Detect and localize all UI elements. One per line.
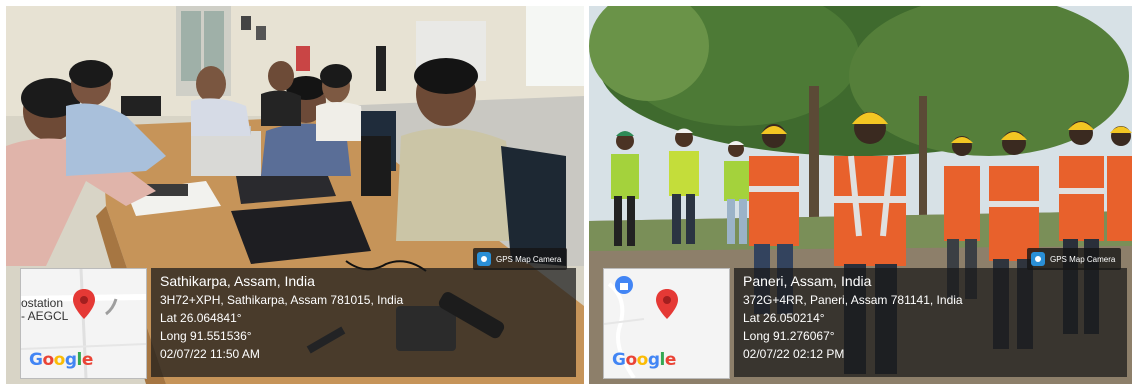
- camera-app-icon: [1031, 252, 1045, 266]
- photo-site-briefing: GPS Map Camera Google Paneri, Assam, Ind…: [589, 6, 1132, 384]
- longitude: Long 91.551536°: [160, 329, 252, 343]
- map-label-line2: - AEGCL: [21, 309, 69, 323]
- google-logo: Google: [29, 350, 93, 370]
- place-name: Sathikarpa, Assam, India: [160, 273, 315, 289]
- datetime: 02/07/22 11:50 AM: [160, 347, 260, 361]
- gps-camera-label: GPS Map Camera: [496, 254, 562, 264]
- location-map-thumbnail: Google: [603, 268, 730, 379]
- photo-office-meeting: GPS Map Camera ostation - AEGCL Google S…: [6, 6, 584, 384]
- location-map-thumbnail: ostation - AEGCL Google: [20, 268, 147, 379]
- longitude: Long 91.276067°: [743, 329, 835, 343]
- gps-camera-badge: GPS Map Camera: [1027, 248, 1122, 270]
- gps-camera-label: GPS Map Camera: [1050, 254, 1116, 264]
- gps-info-box: Paneri, Assam, India 372G+4RR, Paneri, A…: [734, 268, 1127, 377]
- place-name: Paneri, Assam, India: [743, 273, 872, 289]
- gps-info-box: Sathikarpa, Assam, India 3H72+XPH, Sathi…: [151, 268, 576, 377]
- shopping-bag-icon: [615, 276, 633, 294]
- gps-camera-badge: GPS Map Camera: [473, 248, 568, 270]
- latitude: Lat 26.050214°: [743, 311, 825, 325]
- camera-app-icon: [477, 252, 491, 266]
- datetime: 02/07/22 02:12 PM: [743, 347, 845, 361]
- address: 3H72+XPH, Sathikarpa, Assam 781015, Indi…: [160, 293, 404, 307]
- latitude: Lat 26.064841°: [160, 311, 242, 325]
- location-pin-icon: [656, 289, 678, 319]
- map-place-label: ostation - AEGCL: [21, 297, 68, 323]
- google-logo: Google: [612, 350, 676, 370]
- address: 372G+4RR, Paneri, Assam 781141, India: [743, 293, 963, 307]
- location-pin-icon: [73, 289, 95, 319]
